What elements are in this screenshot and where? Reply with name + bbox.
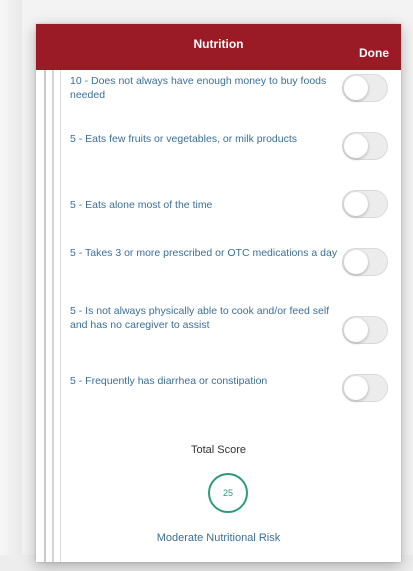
toggle-switch[interactable] — [342, 132, 388, 160]
list-item: 5 - Eats alone most of the time — [70, 190, 388, 240]
list-item: 5 - Is not always physically able to coo… — [70, 304, 388, 374]
divider-line — [52, 70, 54, 562]
item-label: 5 - Eats few fruits or vegetables, or mi… — [70, 133, 298, 145]
toggle-switch[interactable] — [342, 248, 388, 276]
toggle-switch[interactable] — [342, 374, 388, 402]
list-item: 5 - Frequently has diarrhea or constipat… — [70, 374, 388, 424]
modal-title: Nutrition — [193, 37, 244, 51]
toggle-knob — [344, 250, 368, 274]
score-badge: 25 — [208, 473, 248, 513]
item-label: 5 - Takes 3 or more prescribed or OTC me… — [70, 247, 338, 259]
toggle-switch[interactable] — [342, 316, 388, 344]
toggle-knob — [344, 192, 368, 216]
item-label: 10 - Does not always have enough money t… — [70, 75, 327, 101]
divider-line — [60, 70, 61, 562]
item-label: 5 - Is not always physically able to coo… — [70, 305, 330, 331]
item-label: 5 - Eats alone most of the time — [70, 199, 213, 211]
list-item: 5 - Takes 3 or more prescribed or OTC me… — [70, 240, 388, 304]
list-item: 5 - Eats few fruits or vegetables, or mi… — [70, 132, 388, 190]
toggle-knob — [344, 76, 368, 100]
toggle-knob — [344, 376, 368, 400]
done-button[interactable]: Done — [359, 46, 389, 60]
app-screen: Nutrition Done 10 - Does not always have… — [0, 0, 413, 571]
item-label: 5 - Frequently has diarrhea or constipat… — [70, 375, 268, 387]
nutrition-modal: Nutrition Done 10 - Does not always have… — [36, 24, 401, 562]
total-score-label: Total Score — [190, 444, 247, 456]
list-item: 10 - Does not always have enough money t… — [70, 74, 388, 132]
toggle-switch[interactable] — [342, 74, 388, 102]
toggle-knob — [344, 318, 368, 342]
background-page-edge — [0, 0, 22, 571]
risk-level-label: Moderate Nutritional Risk — [156, 532, 281, 544]
divider-line — [44, 70, 46, 562]
toggle-knob — [344, 134, 368, 158]
toggle-switch[interactable] — [342, 190, 388, 218]
nutrition-checklist: 10 - Does not always have enough money t… — [70, 74, 388, 424]
modal-header: Nutrition Done — [36, 24, 401, 70]
